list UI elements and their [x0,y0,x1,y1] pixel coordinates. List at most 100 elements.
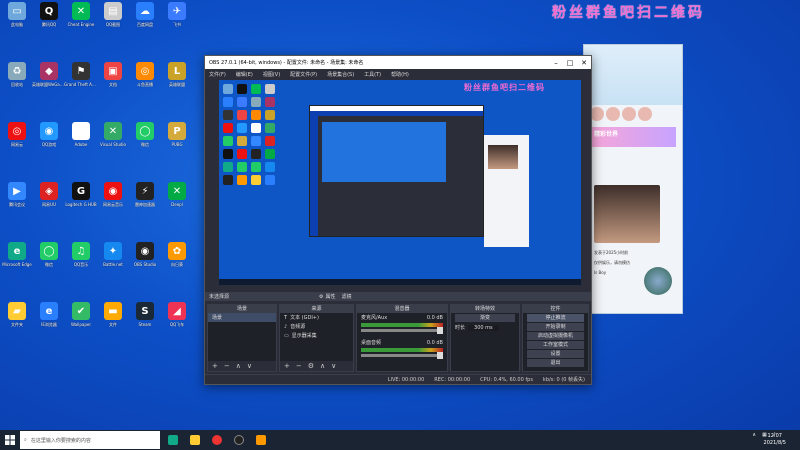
start-recording-button[interactable]: 开始录制 [527,323,584,331]
preview-icon [223,175,233,185]
preview-icon [223,84,233,94]
desktop-icon-label: 文件 [109,322,117,327]
properties-button[interactable]: 属性 [326,293,336,300]
desktop-icon[interactable]: ♻ 回收站 [2,62,32,96]
desktop-icon[interactable]: Q 腾讯QQ [34,2,64,36]
obs-preview[interactable]: 粉丝群鱼吧扫二维码 [219,80,581,285]
close-icon[interactable]: ✕ [577,59,591,67]
desktop-icon[interactable]: ◉ QQ游戏 [34,122,64,156]
menu-help[interactable]: 帮助(H) [391,71,409,78]
remove-icon[interactable]: − [296,362,302,370]
windows-start-icon[interactable] [0,430,20,450]
sources-dock: 来源 T 文本 (GDI+) ♪ 音频源 ▭ 显示器采集 + − ⚙ ∧ ∨ [279,304,354,372]
app-icon: ◯ [40,242,58,260]
taskbar-clock[interactable]: 12:07 2021/8/5 [764,433,786,447]
desktop-icon[interactable]: ▤ QQ截图 [98,2,128,36]
app-icon: ♫ [72,242,90,260]
chevron-up-icon[interactable]: ∧ [752,432,756,438]
desktop-icon[interactable]: e IE浏览器 [34,302,64,336]
desktop-icon[interactable]: ⚑ Grand Theft Auto [64,62,98,96]
desktop-icon[interactable]: ◢ QQ飞车 [162,302,192,336]
desktop-icon-label: 微信 [141,142,149,147]
desktop-icon[interactable]: ▶ 腾讯会议 [2,182,32,216]
chat-video-thumbnail[interactable] [594,185,660,243]
desktop-icon[interactable]: ✿ 向日葵 [162,242,192,276]
menu-view[interactable]: 视图(V) [263,71,280,78]
exit-button[interactable]: 退出 [527,359,584,367]
gear-icon[interactable]: ⚙ [319,294,323,300]
taskbar-app-icon[interactable] [252,431,270,449]
transitions-title: 转场特效 [451,305,519,313]
desktop-icon[interactable]: ✕ Cheat Engine [66,2,96,36]
desktop-icon[interactable]: e Microsoft Edge [2,242,32,276]
preview-icon [237,136,247,146]
desktop-icon[interactable]: ✕ Visual Studio [98,122,128,156]
virtual-camera-button[interactable]: 启动虚拟摄像机 [527,332,584,340]
taskbar-obs-icon[interactable] [230,431,248,449]
desktop-icon[interactable]: ◉ OBS Studio [130,242,160,276]
desktop-icon[interactable]: ▣ 文档 [98,62,128,96]
desktop-icon[interactable]: ☁ 百度网盘 [130,2,160,36]
add-icon[interactable]: + [212,362,218,370]
menu-file[interactable]: 文件(F) [209,71,226,78]
desktop-icon[interactable]: ✦ Battle.net [98,242,128,276]
desktop-icon[interactable]: ▭ 此电脑 [2,2,32,36]
sources-toolbar: + − ⚙ ∧ ∨ [280,361,353,371]
desktop-icon[interactable]: ◈ 网易UU [34,182,64,216]
desktop-icon[interactable]: G Logitech G HUB [65,182,97,216]
down-icon[interactable]: ∨ [331,362,336,370]
source-item[interactable]: T 文本 (GDI+) [280,313,353,322]
taskbar-chrome-icon[interactable] [208,431,226,449]
desktop-icon[interactable]: ◯ 微信 [34,242,64,276]
desktop-icon[interactable]: ▰ 文件夹 [2,302,32,336]
down-icon[interactable]: ∨ [247,362,252,370]
filters-button[interactable]: 滤镜 [342,293,352,300]
chat-window[interactable]: 精彩世界 发表于2025小时前 仅供娱乐，请勿模仿 Is Boy [583,44,683,314]
volume-slider[interactable] [361,352,443,359]
add-icon[interactable]: + [284,362,290,370]
up-icon[interactable]: ∧ [236,362,241,370]
obs-window[interactable]: OBS 27.0.1 (64-bit, windows) - 配置文件: 未命名… [204,55,592,385]
desktop-icon[interactable]: ✈ 飞书 [162,2,192,36]
maximize-icon[interactable]: □ [563,59,577,67]
minimize-icon[interactable]: – [549,59,563,67]
taskbar-search[interactable]: ⌕ 在这里输入你要搜索的内容 [20,431,160,449]
menu-scene-collection[interactable]: 场景集合(S) [327,71,354,78]
desktop-icon[interactable]: A Adobe [66,122,96,156]
desktop-icon[interactable]: L 英雄联盟 [162,62,192,96]
desktop-icon[interactable]: ◆ 英雄联盟WeGame [32,62,66,96]
scene-item[interactable]: 场景 [208,313,276,322]
taskbar-edge-icon[interactable] [164,431,182,449]
desktop-icon[interactable]: ✔ Wallpaper [66,302,96,336]
menu-tools[interactable]: 工具(T) [364,71,381,78]
settings-button[interactable]: 设置 [527,350,584,358]
taskbar-explorer-icon[interactable] [186,431,204,449]
desktop-icon[interactable]: ✕ Deepl [162,182,192,216]
desktop-icon[interactable]: P PUBG [162,122,192,156]
desktop-icon[interactable]: ◉ 网易云音乐 [98,182,128,216]
menu-edit[interactable]: 编辑(E) [236,71,253,78]
desktop-icon[interactable]: ◯ 微信 [130,122,160,156]
desktop-icon[interactable]: ⚡ 雷神加速器 [130,182,160,216]
desktop-icon[interactable]: ▬ 文件 [98,302,128,336]
up-icon[interactable]: ∧ [320,362,325,370]
obs-titlebar[interactable]: OBS 27.0.1 (64-bit, windows) - 配置文件: 未命名… [205,56,591,69]
audio-icon: ♪ [284,323,288,330]
desktop-icon-label: 百度网盘 [137,22,153,27]
transition-select[interactable]: 渐变 [455,314,515,322]
remove-icon[interactable]: − [224,362,230,370]
duration-input[interactable]: 300 ms [468,324,499,331]
source-item[interactable]: ♪ 音频源 [280,322,353,331]
menu-profile[interactable]: 配置文件(P) [290,71,317,78]
gear-icon[interactable]: ⚙ [308,362,314,370]
preview-icon [265,175,275,185]
desktop-icon[interactable]: ♫ QQ音乐 [66,242,96,276]
stop-streaming-button[interactable]: 停止推流 [527,314,584,322]
source-item[interactable]: ▭ 显示器采集 [280,331,353,340]
app-icon: ▰ [8,302,26,320]
volume-slider[interactable] [361,327,443,334]
desktop-icon[interactable]: S Steam [130,302,160,336]
desktop-icon[interactable]: ◎ 网易云 [2,122,32,156]
desktop-icon[interactable]: ◎ 斗鱼直播 [130,62,160,96]
studio-mode-button[interactable]: 工作室模式 [527,341,584,349]
